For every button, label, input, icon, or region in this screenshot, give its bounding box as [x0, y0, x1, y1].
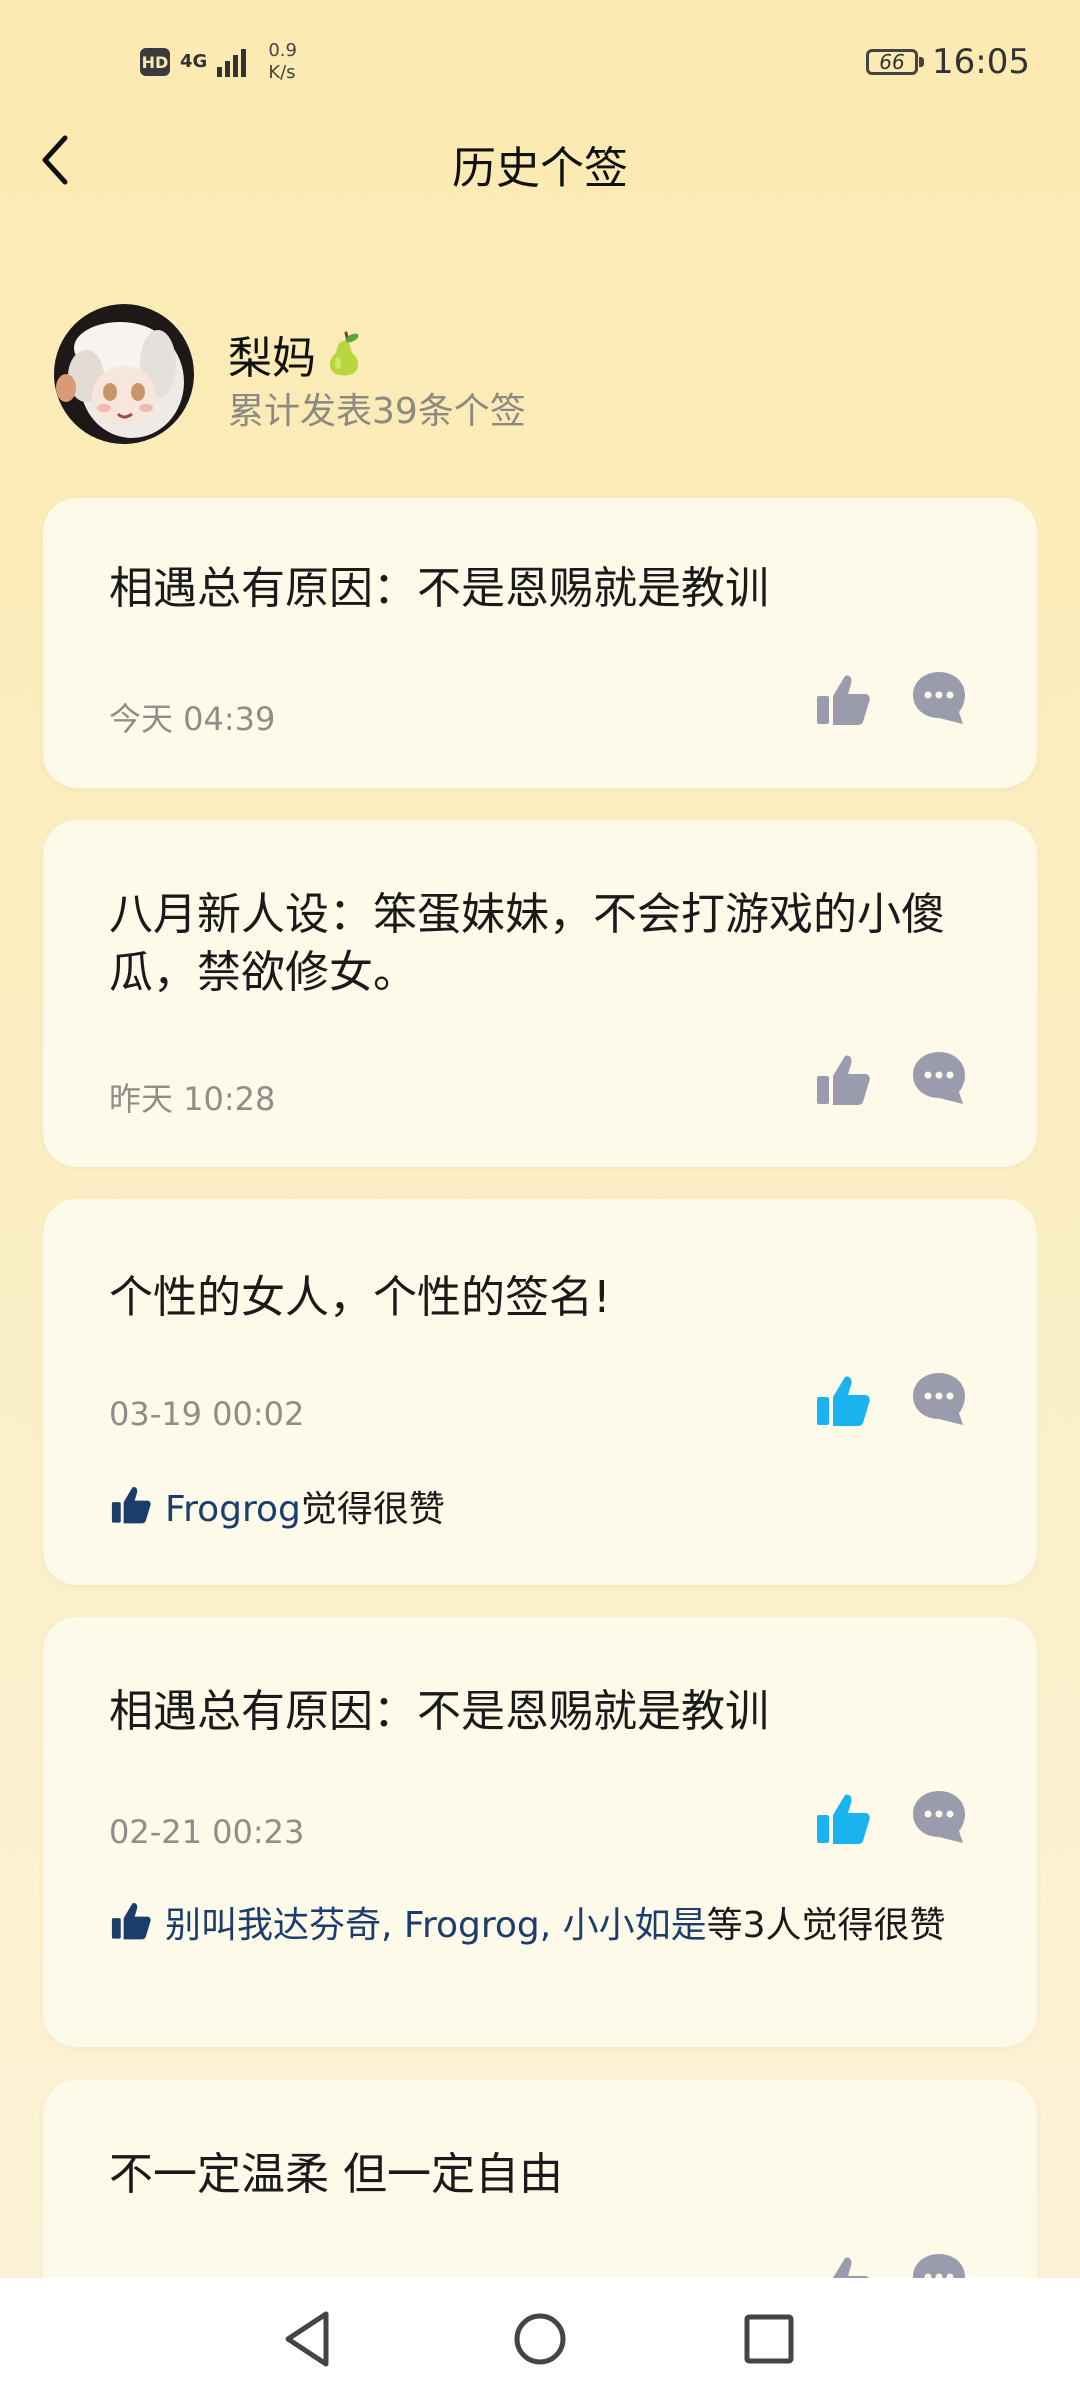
- signature-text: 个性的女人，个性的签名!: [109, 1272, 611, 1323]
- nav-back-icon[interactable]: [274, 2304, 344, 2374]
- nav-recents-icon[interactable]: [734, 2304, 804, 2374]
- profile-name-row: 梨妈: [228, 322, 364, 386]
- signature-text: 相遇总有原因：不是恩赐就是教训: [109, 1686, 769, 1737]
- speed-unit: K/s: [268, 62, 296, 83]
- network-type: 4G: [180, 51, 208, 72]
- page-title: 历史个签: [452, 143, 628, 194]
- avatar-illustration: [54, 304, 194, 444]
- thumbs-up-icon[interactable]: [813, 1050, 873, 1110]
- signature-text: 八月新人设：笨蛋妹妹，不会打游戏的小傻瓜，禁欲修女。: [109, 889, 945, 998]
- nav-home-icon[interactable]: [505, 2304, 575, 2374]
- pear-icon: [329, 331, 359, 376]
- status-left: HD 4G 0.9 K/s: [140, 40, 297, 84]
- post-time: 03-19 00:02: [109, 1395, 305, 1433]
- signature-card: 个性的女人，个性的签名! 03-19 00:02 Frogrog觉得很赞: [43, 1199, 1037, 1585]
- likes-summary: Frogrog觉得很赞: [109, 1483, 947, 1532]
- status-bar: HD 4G 0.9 K/s 66 16:05: [0, 0, 1080, 130]
- hd-badge: HD: [140, 48, 170, 76]
- comment-icon[interactable]: [909, 1787, 969, 1847]
- thumbs-up-icon[interactable]: [813, 1789, 873, 1849]
- battery-icon: 66: [866, 49, 925, 75]
- comment-icon[interactable]: [909, 1048, 969, 1108]
- status-right: 66 16:05: [866, 42, 1030, 82]
- speed-value: 0.9: [268, 40, 297, 61]
- comment-icon[interactable]: [909, 668, 969, 728]
- signature-text: 相遇总有原因：不是恩赐就是教训: [109, 563, 769, 614]
- system-nav-bar: [0, 2278, 1080, 2400]
- likes-summary: 别叫我达芬奇, Frogrog, 小小如是等3人觉得很赞: [109, 1899, 947, 1948]
- likes-suffix: 觉得很赞: [300, 1489, 445, 1530]
- liker-names[interactable]: 别叫我达芬奇, Frogrog, 小小如是: [165, 1905, 707, 1946]
- profile-section: 梨妈 累计发表39条个签: [54, 304, 954, 444]
- thumbs-up-small-icon: [111, 1903, 151, 1940]
- thumbs-up-icon[interactable]: [813, 670, 873, 730]
- profile-name: 梨妈: [228, 333, 316, 384]
- comment-icon[interactable]: [909, 1369, 969, 1429]
- likes-suffix: 等3人觉得很赞: [706, 1905, 946, 1946]
- header: 历史个签: [0, 120, 1080, 200]
- status-time: 16:05: [932, 42, 1030, 82]
- battery-level: 66: [879, 50, 905, 74]
- signature-card: 相遇总有原因：不是恩赐就是教训 今天 04:39: [43, 498, 1037, 788]
- network-speed: 0.9 K/s: [268, 40, 297, 84]
- post-time: 昨天 10:28: [109, 1080, 276, 1118]
- signal-icon: [217, 47, 247, 77]
- thumbs-up-small-icon: [111, 1487, 151, 1524]
- signature-text: 不一定温柔 但一定自由: [109, 2149, 563, 2200]
- signature-card: 八月新人设：笨蛋妹妹，不会打游戏的小傻瓜，禁欲修女。 昨天 10:28: [43, 820, 1037, 1167]
- liker-names[interactable]: Frogrog: [165, 1489, 301, 1530]
- signature-card: 相遇总有原因：不是恩赐就是教训 02-21 00:23 别叫我达芬奇, Frog…: [43, 1617, 1037, 2047]
- post-time: 今天 04:39: [109, 700, 276, 738]
- post-time: 02-21 00:23: [109, 1813, 305, 1851]
- avatar[interactable]: [54, 304, 194, 444]
- thumbs-up-icon[interactable]: [813, 1371, 873, 1431]
- post-count: 累计发表39条个签: [228, 391, 526, 432]
